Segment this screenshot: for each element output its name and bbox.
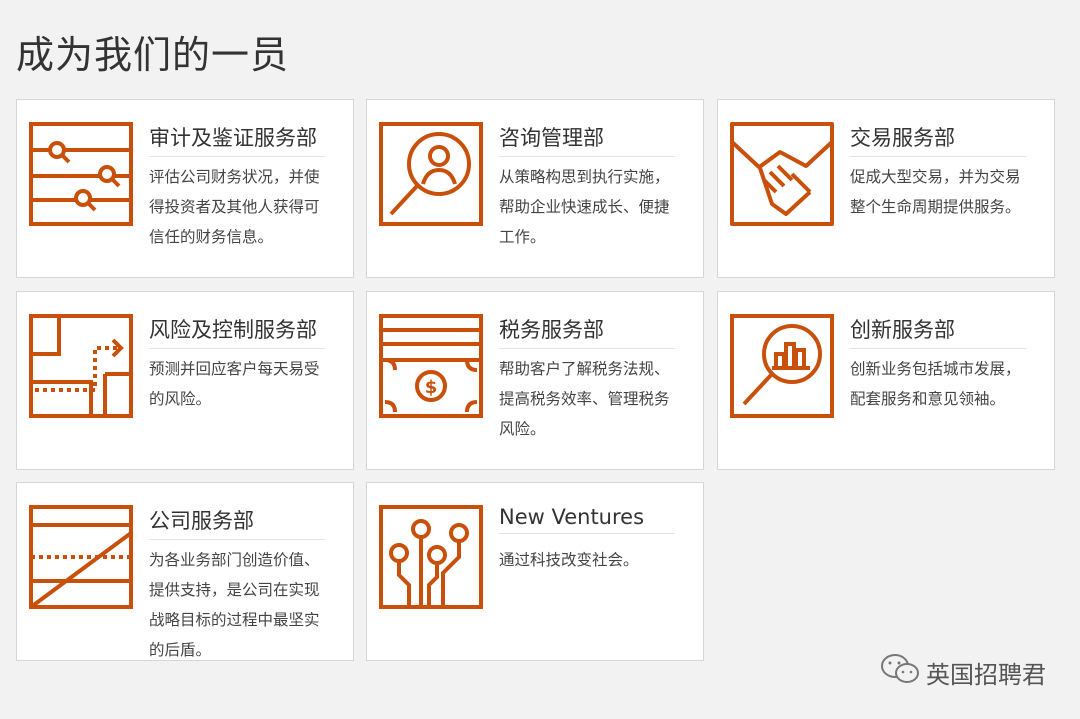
card-description: 预测并回应客户每天易受的风险。: [149, 360, 320, 408]
card-title: 税务服务部: [499, 314, 675, 349]
corporate-lines-icon: [29, 505, 133, 609]
circuit-icon: [379, 505, 483, 609]
svg-text:$: $: [425, 377, 438, 398]
card-description: 促成大型交易，并为交易整个生命周期提供服务。: [850, 168, 1021, 216]
card-description: 从策略构思到执行实施，帮助企业快速成长、便捷工作。: [499, 168, 670, 246]
consulting-magnifier-person-icon: [379, 122, 483, 226]
audit-search-icon: [29, 122, 133, 226]
card-audit[interactable]: 审计及鉴证服务部 评估公司财务状况，并使得投资者及其他人获得可信任的财务信息。: [16, 99, 354, 278]
card-description: 为各业务部门创造价值、提供支持，是公司在实现战略目标的过程中最坚实的后盾。: [149, 551, 320, 659]
watermark: 英国招聘君: [880, 652, 1046, 692]
innovation-chart-magnifier-icon: [730, 314, 834, 418]
card-risk[interactable]: 风险及控制服务部 预测并回应客户每天易受的风险。: [16, 291, 354, 470]
card-description: 帮助客户了解税务法规、提高税务效率、管理税务风险。: [499, 360, 670, 438]
card-description: 通过科技改变社会。: [499, 551, 639, 569]
card-description: 创新业务包括城市发展，配套服务和意见领袖。: [850, 360, 1021, 408]
card-description: 评估公司财务状况，并使得投资者及其他人获得可信任的财务信息。: [149, 168, 320, 246]
card-consulting[interactable]: 咨询管理部 从策略构思到执行实施，帮助企业快速成长、便捷工作。: [366, 99, 704, 278]
card-corporate[interactable]: 公司服务部 为各业务部门创造价值、提供支持，是公司在实现战略目标的过程中最坚实的…: [16, 482, 354, 661]
card-title: 创新服务部: [850, 314, 1026, 349]
card-innovation[interactable]: 创新服务部 创新业务包括城市发展，配套服务和意见领袖。: [717, 291, 1055, 470]
risk-path-icon: [29, 314, 133, 418]
card-transaction[interactable]: 交易服务部 促成大型交易，并为交易整个生命周期提供服务。: [717, 99, 1055, 278]
card-title: New Ventures: [499, 505, 675, 534]
page-title: 成为我们的一员: [16, 33, 290, 77]
card-new-ventures[interactable]: New Ventures 通过科技改变社会。: [366, 482, 704, 661]
watermark-text: 英国招聘君: [926, 660, 1046, 689]
card-tax[interactable]: $ 税务服务部 帮助客户了解税务法规、提高税务效率、管理税务风险。: [366, 291, 704, 470]
card-title: 公司服务部: [149, 505, 325, 540]
card-title: 咨询管理部: [499, 122, 675, 157]
handshake-icon: [730, 122, 834, 226]
card-title: 风险及控制服务部: [149, 314, 325, 349]
tax-money-icon: $: [379, 314, 483, 418]
wechat-icon: [880, 652, 920, 692]
card-title: 交易服务部: [850, 122, 1026, 157]
card-title: 审计及鉴证服务部: [149, 122, 325, 157]
